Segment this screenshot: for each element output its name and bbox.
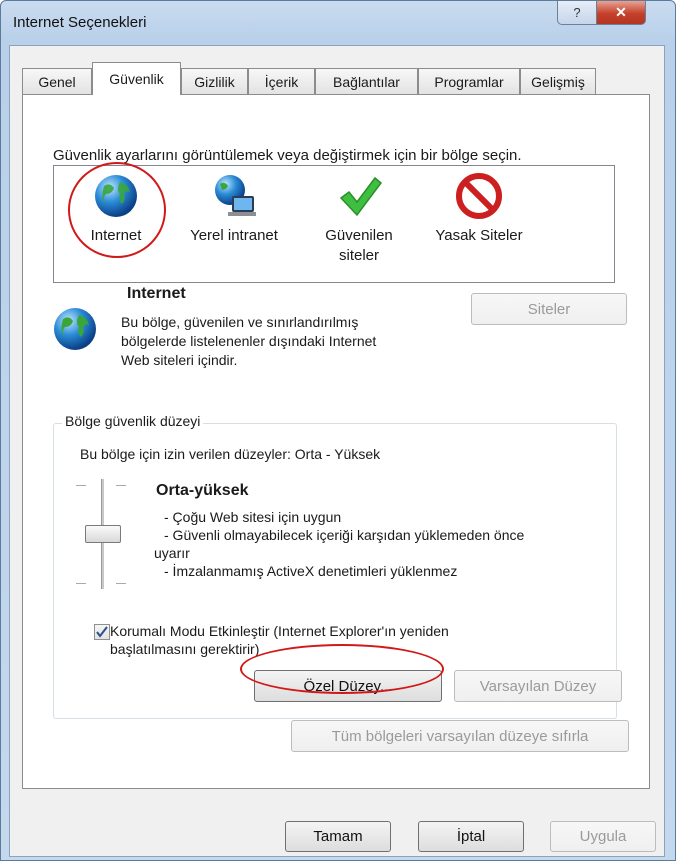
green-check-icon (335, 172, 383, 220)
description-line: Web siteleri içindir. (121, 352, 238, 368)
zone-label: Yasak Siteler (435, 227, 523, 244)
tab-guvenlik[interactable]: Güvenlik (92, 62, 181, 95)
security-tab-panel: Güvenlik ayarlarını görüntülemek veya de… (22, 94, 650, 789)
window-title: Internet Seçenekleri (13, 14, 147, 31)
title-bar: Internet Seçenekleri ? ✕ (1, 1, 675, 45)
default-level-button[interactable]: Varsayılan Düzey (454, 670, 622, 702)
zone-trusted-sites[interactable]: Güvenilen siteler (309, 172, 409, 266)
tab-genel[interactable]: Genel (22, 68, 92, 94)
zone-list: Internet Yerel intranet Güvenilen sitele… (53, 165, 615, 283)
checkmark-icon (96, 626, 108, 638)
selected-zone-description: Bu bölge, güvenilen ve sınırlandırılmış … (121, 313, 376, 370)
protected-mode-checkbox[interactable] (94, 624, 110, 640)
selected-zone-title: Internet (127, 285, 186, 302)
cancel-button[interactable]: İptal (418, 821, 524, 852)
reset-all-zones-button[interactable]: Tüm bölgeleri varsayılan düzeye sıfırla (291, 720, 629, 752)
level-details: - Çoğu Web sitesi için uygun - Güvenli o… (154, 508, 525, 580)
security-level-group: Bölge güvenlik düzeyi Bu bölge için izin… (53, 413, 622, 719)
sites-button[interactable]: Siteler (471, 293, 627, 325)
tab-baglantilar[interactable]: Bağlantılar (315, 68, 418, 94)
tab-icerik[interactable]: İçerik (248, 68, 315, 94)
allowed-levels-text: Bu bölge için izin verilen düzeyler: Ort… (80, 446, 381, 462)
level-name: Orta-yüksek (156, 482, 249, 499)
globe-icon (51, 305, 101, 355)
zone-instruction: Güvenlik ayarlarını görüntülemek veya de… (53, 147, 522, 164)
close-button[interactable]: ✕ (596, 1, 646, 25)
intranet-computer-icon (210, 172, 258, 220)
zone-label: Güvenilen (325, 227, 393, 244)
zone-internet[interactable]: Internet (76, 172, 156, 246)
no-entry-icon (455, 172, 503, 220)
level-detail-line: - Güvenli olmayabilecek içeriği karşıdan… (164, 527, 525, 543)
zone-label: Yerel intranet (190, 227, 278, 244)
tab-programlar[interactable]: Programlar (418, 68, 520, 94)
help-button[interactable]: ? (557, 1, 597, 25)
protected-mode-line: başlatılmasını gerektirir) (110, 641, 260, 657)
globe-icon (92, 172, 140, 220)
tab-gelismis[interactable]: Gelişmiş (520, 68, 596, 94)
level-detail-line: - İmzalanmamış ActiveX denetimleri yükle… (164, 563, 458, 579)
zone-label-line2: siteler (338, 247, 379, 264)
description-line: bölgelerde listelenenler dışındaki Inter… (121, 333, 377, 349)
description-line: Bu bölge, güvenilen ve sınırlandırılmış (121, 314, 359, 330)
custom-level-button[interactable]: Özel Düzey... (254, 670, 442, 702)
security-level-slider[interactable] (70, 479, 130, 597)
apply-button[interactable]: Uygula (550, 821, 656, 852)
level-detail-line: - Çoğu Web sitesi için uygun (164, 509, 342, 525)
protected-mode-line: Korumalı Modu Etkinleştir (Internet Expl… (110, 623, 449, 639)
slider-thumb[interactable] (85, 525, 121, 543)
group-legend: Bölge güvenlik düzeyi (62, 413, 204, 429)
protected-mode-label[interactable]: Korumalı Modu Etkinleştir (Internet Expl… (110, 622, 449, 658)
zone-label: Internet (90, 227, 142, 244)
zone-local-intranet[interactable]: Yerel intranet (174, 172, 294, 246)
level-detail-line: uyarır (154, 545, 190, 561)
tab-gizlilik[interactable]: Gizlilik (181, 68, 248, 94)
zone-restricted-sites[interactable]: Yasak Siteler (424, 172, 534, 246)
ok-button[interactable]: Tamam (285, 821, 391, 852)
